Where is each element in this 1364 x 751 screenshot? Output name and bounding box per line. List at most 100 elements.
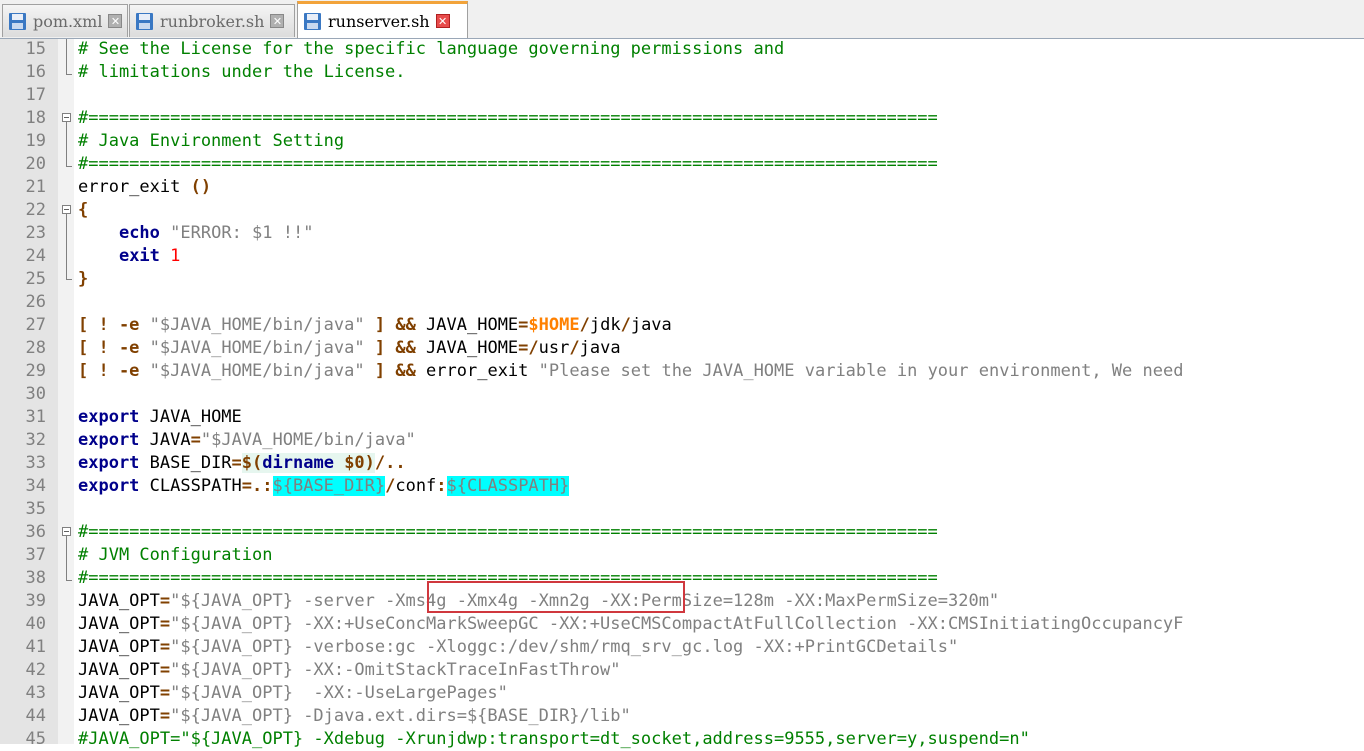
code-token: # See the License for the specific langu… <box>78 39 785 59</box>
code-token: "${JAVA_OPT} -verbose:gc -Xloggc:/dev/sh… <box>170 637 959 657</box>
code-line[interactable]: 18 #=====================================… <box>0 107 1364 130</box>
fold-end <box>66 166 72 167</box>
code-token: dirname <box>262 453 334 473</box>
tab-runserver-sh[interactable]: runserver.sh ✕ <box>297 1 468 38</box>
code-line[interactable]: 26 <box>0 291 1364 314</box>
code-token: JAVA_OPT <box>78 614 160 634</box>
code-token: $0) <box>344 453 375 473</box>
code-token: "$JAVA_HOME/bin/java" <box>149 361 365 381</box>
line-text: [ ! -e "$JAVA_HOME/bin/java" ] && JAVA_H… <box>78 337 621 360</box>
code-line[interactable]: 15 # See the License for the specific lan… <box>0 38 1364 61</box>
code-token: #=======================================… <box>78 108 938 128</box>
code-line[interactable]: 25} <box>0 268 1364 291</box>
code-line[interactable]: 41 JAVA_OPT="${JAVA_OPT} -verbose:gc -Xlo… <box>0 636 1364 659</box>
code-line[interactable]: 32 export JAVA="$JAVA_HOME/bin/java" <box>0 429 1364 452</box>
code-token: = <box>190 430 201 450</box>
code-token: ] && <box>374 361 416 381</box>
code-line[interactable]: 22 { <box>0 199 1364 222</box>
line-number: 37 <box>25 545 46 565</box>
line-number: 43 <box>25 683 46 703</box>
line-number: 41 <box>25 637 46 657</box>
code-token: JAVA_OPT <box>78 706 160 726</box>
code-line[interactable]: 42 JAVA_OPT="${JAVA_OPT} -XX:-OmitStackTr… <box>0 659 1364 682</box>
code-token: [ ! -e <box>78 338 140 358</box>
fold-end <box>66 74 72 75</box>
line-number: 42 <box>25 660 46 680</box>
code-line[interactable]: 40 JAVA_OPT="${JAVA_OPT} -XX:+UseConcMark… <box>0 613 1364 636</box>
code-token: "${JAVA_OPT} -XX:-OmitStackTraceInFastTh… <box>170 660 621 680</box>
fold-toggle-icon[interactable] <box>62 527 71 536</box>
code-line[interactable]: 34 export CLASSPATH=.:${BASE_DIR}/conf:${… <box>0 475 1364 498</box>
code-line[interactable]: 27 [ ! -e "$JAVA_HOME/bin/java" ] && JAVA… <box>0 314 1364 337</box>
fold-line <box>66 39 67 74</box>
close-tab-icon[interactable]: ✕ <box>270 14 285 28</box>
tab-runbroker-sh[interactable]: runbroker.sh ✕ <box>129 4 295 37</box>
code-line[interactable]: 17 <box>0 84 1364 107</box>
code-token: JAVA_HOME <box>415 338 519 358</box>
code-line[interactable]: 19 # Java Environment Setting <box>0 130 1364 153</box>
code-token: jdk <box>589 315 621 335</box>
fold-toggle-icon[interactable] <box>62 205 71 214</box>
code-token: BASE_DIR <box>139 453 232 473</box>
code-line[interactable]: 30 <box>0 383 1364 406</box>
code-line[interactable]: 23 echo "ERROR: $1 !!" <box>0 222 1364 245</box>
code-token: "$JAVA_HOME/bin/java" <box>149 315 365 335</box>
line-text: #=======================================… <box>78 107 938 130</box>
fold-toggle-icon[interactable] <box>62 113 71 122</box>
code-token: exit <box>118 246 160 266</box>
tab-pom-xml[interactable]: pom.xml ✕ <box>2 4 128 37</box>
close-tab-icon[interactable]: ✕ <box>435 14 450 28</box>
code-line[interactable]: 33 export BASE_DIR=$(dirname $0)/.. <box>0 452 1364 475</box>
tab-label: pom.xml <box>33 11 103 31</box>
code-token: 1 <box>170 246 181 266</box>
code-token: "$JAVA_HOME/bin/java" <box>149 338 365 358</box>
code-token: ] && <box>374 338 416 358</box>
line-text: #JAVA_OPT="${JAVA_OPT} -Xdebug -Xrunjdwp… <box>78 728 1030 751</box>
code-token: JAVA <box>139 430 191 450</box>
code-line[interactable]: 35 <box>0 498 1364 521</box>
code-token: () <box>190 177 212 197</box>
code-line[interactable]: 45 #JAVA_OPT="${JAVA_OPT} -Xdebug -Xrunjd… <box>0 728 1364 751</box>
code-token: / <box>385 476 396 496</box>
line-number: 28 <box>25 338 46 358</box>
code-token: error_exit <box>78 177 191 197</box>
code-token: / <box>620 315 631 335</box>
code-line[interactable]: 16 # limitations under the License. <box>0 61 1364 84</box>
line-number: 20 <box>25 154 46 174</box>
fold-end <box>66 580 72 581</box>
code-token: java <box>579 338 621 358</box>
code-token: = <box>518 315 529 335</box>
code-line[interactable]: 37 # JVM Configuration <box>0 544 1364 567</box>
line-text: export CLASSPATH=.:${BASE_DIR}/conf:${CL… <box>78 475 570 498</box>
line-number: 15 <box>25 39 46 59</box>
code-token: java <box>630 315 672 335</box>
code-token: # limitations under the License. <box>78 62 406 82</box>
line-number: 40 <box>25 614 46 634</box>
code-token: [ ! -e <box>78 315 140 335</box>
code-token: export <box>78 453 140 473</box>
line-text: # limitations under the License. <box>78 61 406 84</box>
code-token: JAVA_OPT <box>78 660 160 680</box>
code-token: export <box>78 407 140 427</box>
code-line[interactable]: 24 exit 1 <box>0 245 1364 268</box>
code-line[interactable]: 44 JAVA_OPT="${JAVA_OPT} -Djava.ext.dirs=… <box>0 705 1364 728</box>
code-line[interactable]: 36 #=====================================… <box>0 521 1364 544</box>
code-line[interactable]: 20 #=====================================… <box>0 153 1364 176</box>
code-line[interactable]: 21 error_exit () <box>0 176 1364 199</box>
code-line[interactable]: 43 JAVA_OPT="${JAVA_OPT} -XX:-UseLargePag… <box>0 682 1364 705</box>
code-line[interactable]: 28 [ ! -e "$JAVA_HOME/bin/java" ] && JAVA… <box>0 337 1364 360</box>
save-icon <box>304 12 321 30</box>
code-token: = <box>231 453 242 473</box>
line-number: 38 <box>25 568 46 588</box>
close-tab-icon[interactable]: ✕ <box>108 14 123 28</box>
code-editor[interactable]: 15 # See the License for the specific lan… <box>0 38 1364 749</box>
code-token: $HOME <box>528 315 580 335</box>
line-number: 31 <box>25 407 46 427</box>
code-token: =/ <box>518 338 539 358</box>
code-line[interactable]: 31 export JAVA_HOME <box>0 406 1364 429</box>
code-line[interactable]: 29 [ ! -e "$JAVA_HOME/bin/java" ] && erro… <box>0 360 1364 383</box>
code-token: "${JAVA_OPT} -XX:-UseLargePages" <box>170 683 508 703</box>
